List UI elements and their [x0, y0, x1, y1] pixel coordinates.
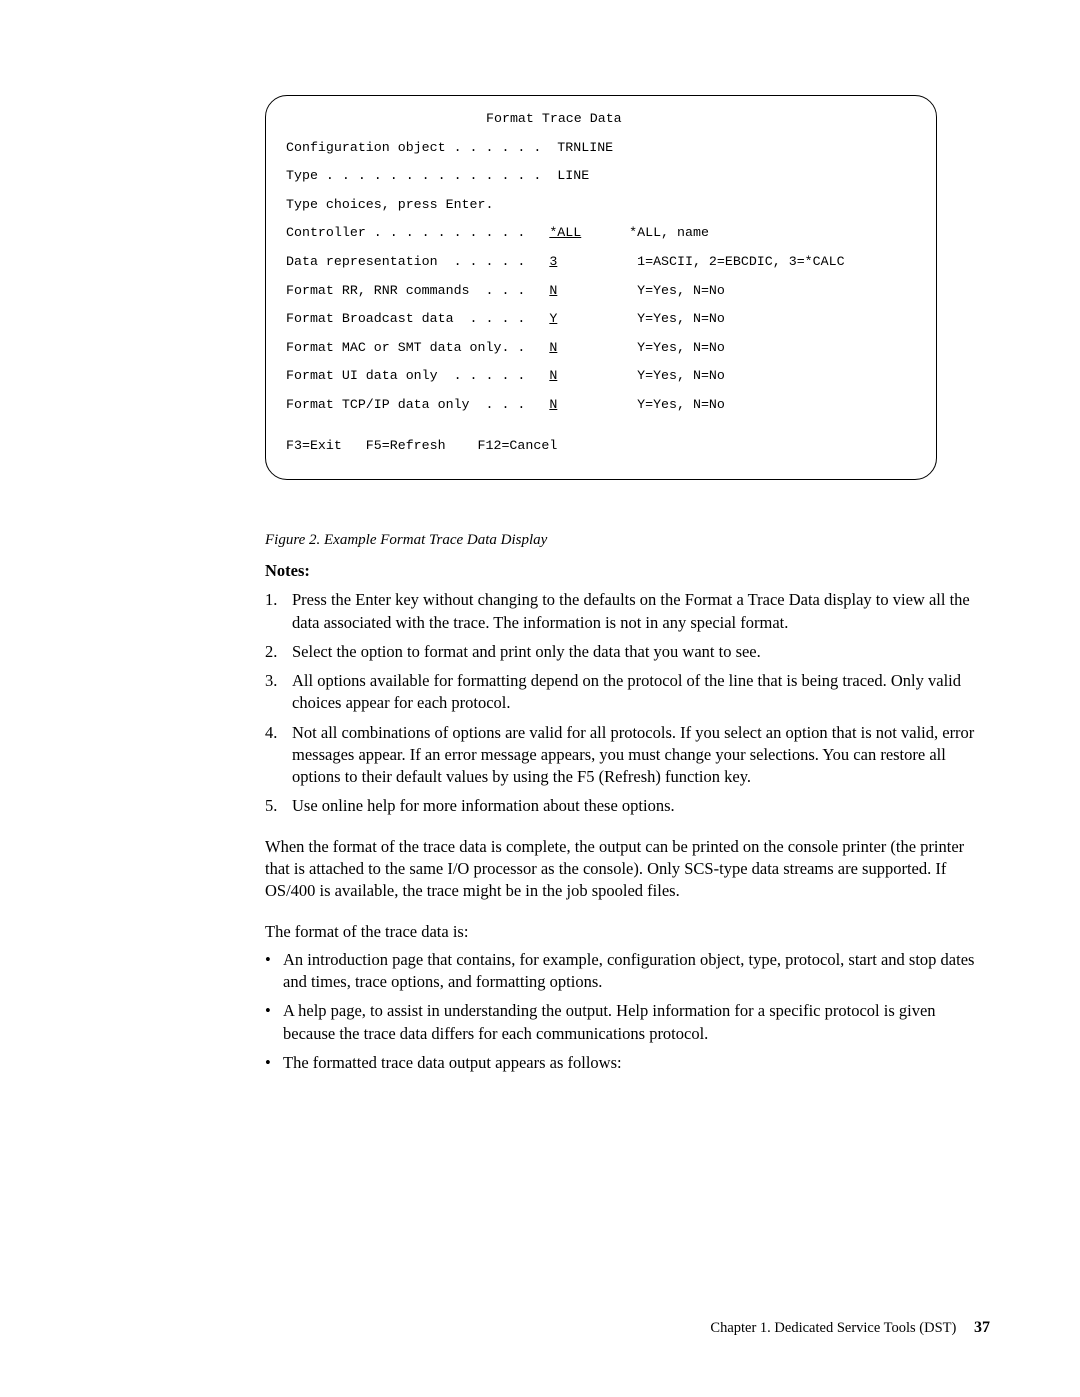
bullet-list: •An introduction page that contains, for… [265, 949, 990, 1074]
mac-hint: Y=Yes, N=No [557, 340, 725, 355]
chapter-label: Chapter 1. Dedicated Service Tools (DST) [710, 1320, 956, 1336]
rr-hint: Y=Yes, N=No [557, 283, 725, 298]
datarep-label: Data representation . . . . . [286, 254, 549, 269]
bcast-row: Format Broadcast data . . . . Y Y=Yes, N… [286, 310, 916, 329]
tcp-label: Format TCP/IP data only . . . [286, 397, 549, 412]
list-item: 2.Select the option to format and print … [265, 641, 990, 663]
datarep-row: Data representation . . . . . 3 1=ASCII,… [286, 253, 916, 272]
choices-prompt: Type choices, press Enter. [286, 196, 916, 215]
function-keys: F3=Exit F5=Refresh F12=Cancel [286, 437, 916, 456]
rr-label: Format RR, RNR commands . . . [286, 283, 549, 298]
type-line: Type . . . . . . . . . . . . . . LINE [286, 167, 916, 186]
controller-hint: *ALL, name [581, 225, 709, 240]
controller-input[interactable]: *ALL [549, 225, 581, 240]
note-text: Select the option to format and print on… [292, 641, 761, 663]
config-object-line: Configuration object . . . . . . TRNLINE [286, 139, 916, 158]
terminal-screen: Format Trace Data Configuration object .… [265, 95, 937, 480]
paragraph: The format of the trace data is: [265, 921, 990, 943]
note-text: Use online help for more information abo… [292, 795, 675, 817]
ui-row: Format UI data only . . . . . N Y=Yes, N… [286, 367, 916, 386]
note-text: All options available for formatting dep… [292, 670, 990, 715]
note-text: Not all combinations of options are vali… [292, 722, 990, 789]
list-item: 4.Not all combinations of options are va… [265, 722, 990, 789]
rr-row: Format RR, RNR commands . . . N Y=Yes, N… [286, 282, 916, 301]
datarep-hint: 1=ASCII, 2=EBCDIC, 3=*CALC [557, 254, 844, 269]
list-item: 3.All options available for formatting d… [265, 670, 990, 715]
notes-heading: Notes: [265, 561, 990, 581]
tcp-row: Format TCP/IP data only . . . N Y=Yes, N… [286, 396, 916, 415]
list-item: 1.Press the Enter key without changing t… [265, 589, 990, 634]
bcast-label: Format Broadcast data . . . . [286, 311, 549, 326]
list-item: 5.Use online help for more information a… [265, 795, 990, 817]
page-footer: Chapter 1. Dedicated Service Tools (DST)… [710, 1319, 990, 1337]
list-item: •The formatted trace data output appears… [265, 1052, 990, 1074]
controller-row: Controller . . . . . . . . . . *ALL *ALL… [286, 224, 916, 243]
bullet-text: A help page, to assist in understanding … [283, 1000, 990, 1045]
paragraph: When the format of the trace data is com… [265, 836, 990, 903]
bullet-text: The formatted trace data output appears … [283, 1052, 622, 1074]
controller-label: Controller . . . . . . . . . . [286, 225, 549, 240]
mac-label: Format MAC or SMT data only. . [286, 340, 549, 355]
bullet-text: An introduction page that contains, for … [283, 949, 990, 994]
list-item: •An introduction page that contains, for… [265, 949, 990, 994]
ui-label: Format UI data only . . . . . [286, 368, 549, 383]
figure-caption: Figure 2. Example Format Trace Data Disp… [265, 532, 990, 549]
notes-list: 1.Press the Enter key without changing t… [265, 589, 990, 817]
list-item: •A help page, to assist in understanding… [265, 1000, 990, 1045]
bcast-hint: Y=Yes, N=No [557, 311, 725, 326]
mac-row: Format MAC or SMT data only. . N Y=Yes, … [286, 339, 916, 358]
note-text: Press the Enter key without changing to … [292, 589, 990, 634]
page-number: 37 [974, 1319, 990, 1336]
terminal-title: Format Trace Data [286, 110, 916, 129]
ui-hint: Y=Yes, N=No [557, 368, 725, 383]
tcp-hint: Y=Yes, N=No [557, 397, 725, 412]
